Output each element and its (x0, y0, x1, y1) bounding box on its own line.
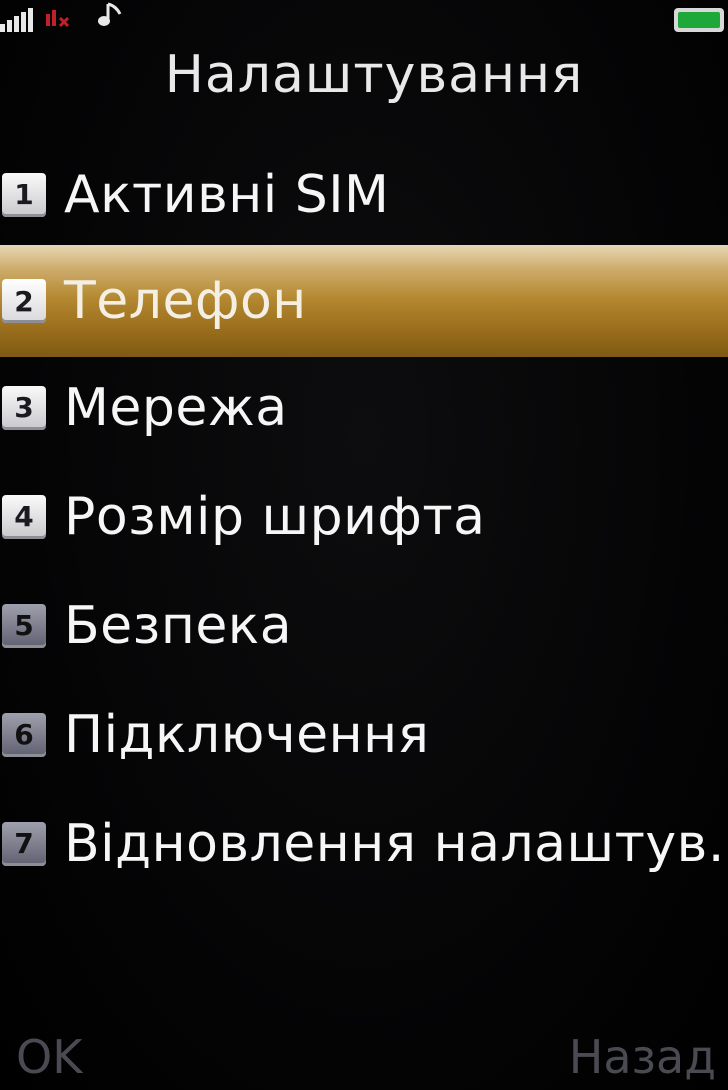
status-bar (0, 0, 728, 40)
menu-item-network[interactable]: 3 Мережа (0, 353, 728, 462)
number-badge: 4 (2, 494, 46, 539)
page-title: Налаштування (164, 45, 584, 105)
menu-item-label: Безпека (64, 595, 293, 656)
menu-item-label: Активні SIM (64, 164, 390, 225)
signal-bars-icon (0, 8, 33, 32)
music-note-icon (98, 2, 122, 26)
menu-item-security[interactable]: 5 Безпека (0, 571, 728, 680)
menu-item-restore-settings[interactable]: 7 Відновлення налаштув... (0, 789, 728, 898)
menu-item-active-sim[interactable]: 1 Активні SIM (0, 140, 728, 249)
menu-item-label: Розмір шрифта (64, 486, 486, 547)
number-badge: 3 (2, 385, 46, 430)
menu-item-connectivity[interactable]: 6 Підключення (0, 680, 728, 789)
menu-item-font-size[interactable]: 4 Розмір шрифта (0, 462, 728, 571)
ok-softkey[interactable]: OK (16, 1030, 82, 1084)
settings-menu: 1 Активні SIM 2 Телефон 3 Мережа 4 Розмі… (0, 140, 728, 898)
menu-item-label: Мережа (64, 377, 288, 438)
menu-item-label: Телефон (64, 271, 307, 331)
menu-item-phone[interactable]: 2 Телефон (0, 245, 728, 357)
number-badge: 7 (2, 821, 46, 866)
battery-icon (674, 8, 724, 32)
number-badge: 6 (2, 712, 46, 757)
menu-item-label: Відновлення налаштув... (64, 813, 728, 874)
number-badge: 1 (2, 172, 46, 217)
back-softkey[interactable]: Назад (569, 1030, 716, 1084)
menu-item-label: Підключення (64, 704, 430, 765)
no-sim-icon (46, 10, 70, 28)
number-badge: 5 (2, 603, 46, 648)
phone-screen: Налаштування 1 Активні SIM 2 Телефон 3 М… (0, 0, 728, 1090)
number-badge: 2 (2, 279, 46, 323)
